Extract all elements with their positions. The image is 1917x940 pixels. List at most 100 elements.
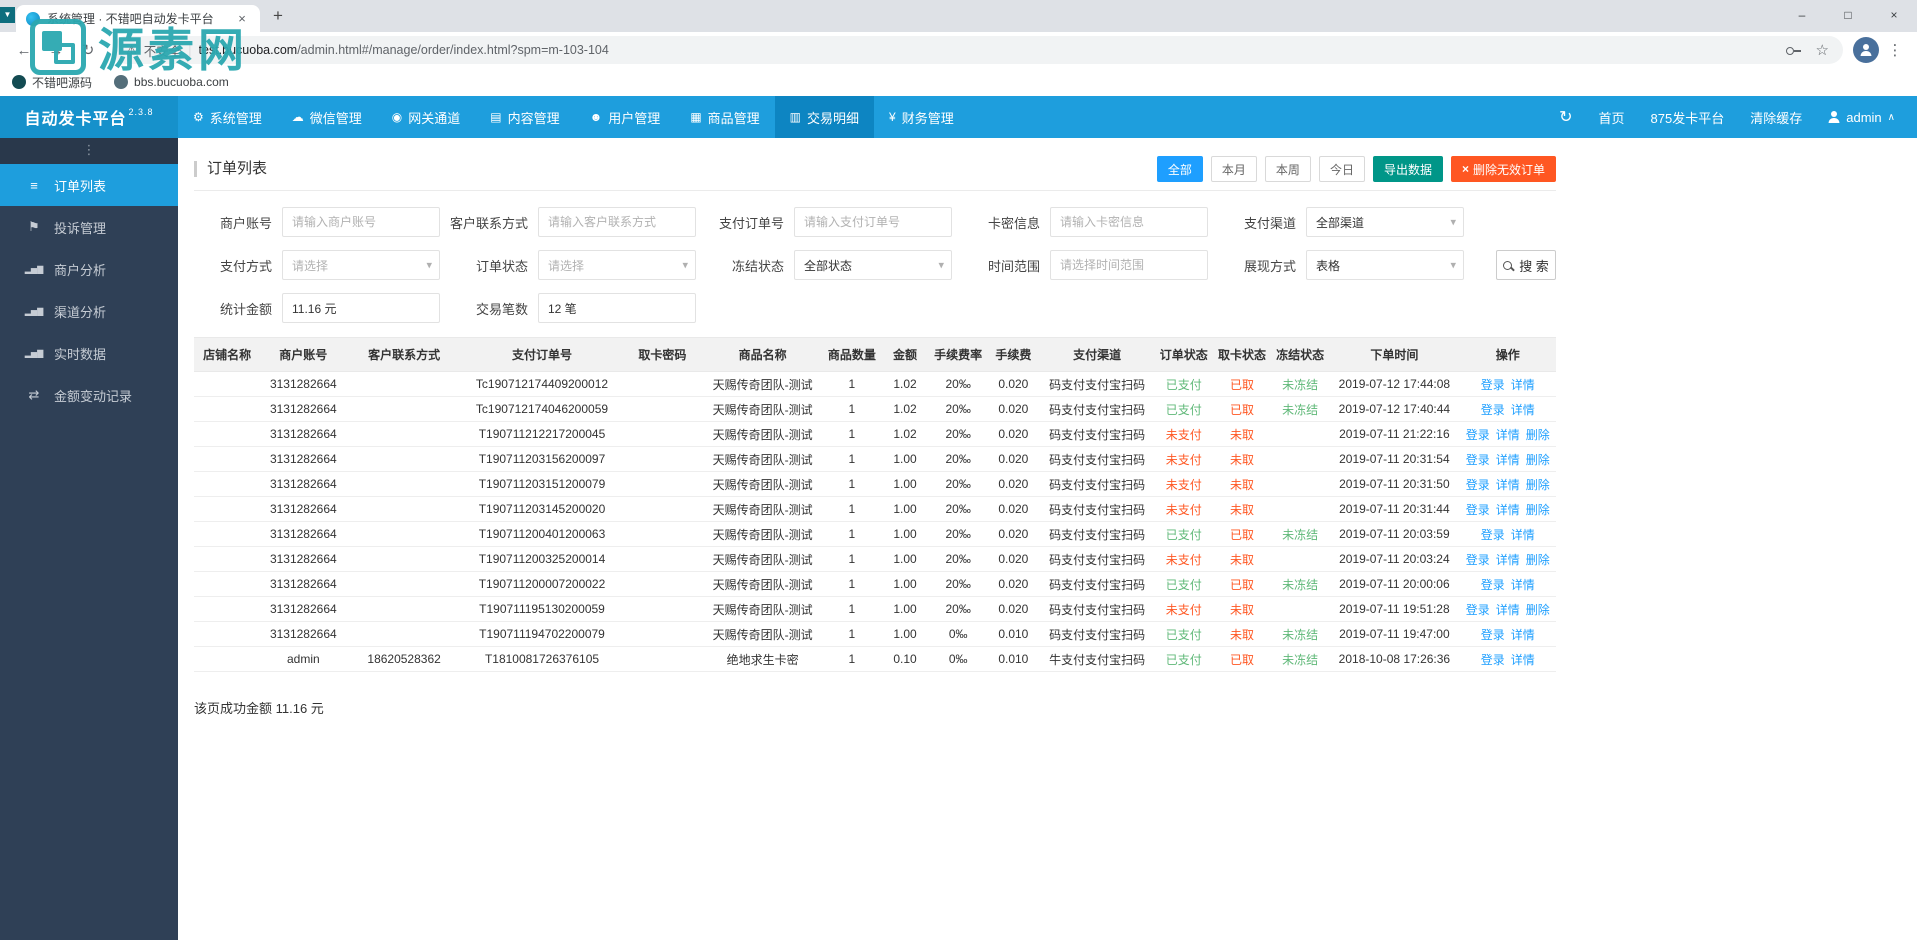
- sidebar-item-orders[interactable]: ≡ 订单列表: [0, 164, 178, 206]
- action-login[interactable]: 登录: [1481, 528, 1505, 542]
- tab-close-icon[interactable]: ×: [234, 11, 250, 27]
- action-detail[interactable]: 详情: [1496, 503, 1520, 517]
- action-detail[interactable]: 详情: [1511, 528, 1535, 542]
- header-link-0[interactable]: 首页: [1599, 108, 1625, 127]
- browser-menu-icon[interactable]: ⋮: [1883, 41, 1907, 59]
- action-login[interactable]: 登录: [1466, 428, 1490, 442]
- action-detail[interactable]: 详情: [1511, 378, 1535, 392]
- action-detail[interactable]: 详情: [1496, 603, 1520, 617]
- range-button-all[interactable]: 全部: [1156, 156, 1203, 182]
- header-link-1[interactable]: 875发卡平台: [1651, 108, 1725, 127]
- filter-input-customer-contact[interactable]: [538, 207, 696, 237]
- action-login[interactable]: 登录: [1481, 653, 1505, 667]
- filter-input-time-range[interactable]: [1050, 250, 1208, 280]
- app-logo[interactable]: 自动发卡平台 2.3.8: [0, 96, 178, 138]
- action-delete[interactable]: 删除: [1526, 478, 1550, 492]
- action-detail[interactable]: 详情: [1511, 578, 1535, 592]
- nav-item-system[interactable]: ⚙ 系统管理: [178, 96, 277, 138]
- range-button-this-month[interactable]: 本月: [1210, 156, 1257, 182]
- cell-card-pwd: [622, 546, 703, 572]
- nav-item-transactions[interactable]: ▥ 交易明细: [774, 96, 875, 138]
- status-badge: 未取: [1229, 552, 1254, 567]
- export-data-button[interactable]: 导出数据: [1372, 156, 1443, 182]
- filter-select-pay-method[interactable]: 请选择 ▾: [282, 250, 440, 280]
- action-login[interactable]: 登录: [1466, 478, 1490, 492]
- sidebar-collapse-button[interactable]: ⋮: [0, 138, 178, 164]
- action-login[interactable]: 登录: [1466, 503, 1490, 517]
- cell-take-status: 已取: [1212, 646, 1272, 672]
- filter-label: 商户账号: [219, 215, 272, 231]
- filter-input-pay-order-no[interactable]: [794, 207, 952, 237]
- content-icon: ▤: [490, 110, 502, 124]
- refresh-icon[interactable]: ↻: [1559, 107, 1572, 127]
- action-detail[interactable]: 详情: [1496, 553, 1520, 567]
- bookmark-item[interactable]: bbs.bucuoba.com: [114, 75, 229, 89]
- filter-select-freeze-status[interactable]: 全部状态 ▾: [794, 250, 952, 280]
- range-button-this-week[interactable]: 本周: [1264, 156, 1311, 182]
- filter-input-stat-amount[interactable]: [282, 293, 440, 323]
- cell-shop: [194, 621, 261, 647]
- action-delete[interactable]: 删除: [1526, 553, 1550, 567]
- action-login[interactable]: 登录: [1466, 453, 1490, 467]
- action-delete[interactable]: 删除: [1526, 603, 1550, 617]
- action-login[interactable]: 登录: [1481, 403, 1505, 417]
- action-detail[interactable]: 详情: [1496, 453, 1520, 467]
- action-detail[interactable]: 详情: [1496, 478, 1520, 492]
- action-login[interactable]: 登录: [1481, 578, 1505, 592]
- nav-item-content[interactable]: ▤ 内容管理: [475, 96, 574, 138]
- search-button[interactable]: 搜 索: [1496, 250, 1556, 280]
- column-header: 取卡状态: [1212, 337, 1272, 372]
- window-maximize-button[interactable]: □: [1825, 0, 1871, 32]
- action-delete[interactable]: 删除: [1526, 503, 1550, 517]
- browser-tab[interactable]: 系统管理 · 不错吧自动发卡平台 ×: [16, 5, 260, 32]
- bookmark-item[interactable]: 不错吧源码: [12, 74, 92, 91]
- action-detail[interactable]: 详情: [1511, 653, 1535, 667]
- back-button[interactable]: ←: [10, 42, 38, 59]
- filter-select-display-mode[interactable]: 表格 ▾: [1306, 250, 1464, 280]
- profile-avatar[interactable]: [1853, 37, 1879, 63]
- filter-select-order-status[interactable]: 请选择 ▾: [538, 250, 696, 280]
- action-detail[interactable]: 详情: [1511, 628, 1535, 642]
- reload-button[interactable]: ↻: [74, 41, 102, 59]
- nav-item-wechat[interactable]: ☁ 微信管理: [277, 96, 377, 138]
- filter-input-merchant-account[interactable]: [282, 207, 440, 237]
- action-login[interactable]: 登录: [1466, 553, 1490, 567]
- omnibox[interactable]: ⚠ 不安全 | test.bucuoba.com/admin.html#/man…: [112, 36, 1843, 64]
- sidebar-item-amount-change-log[interactable]: ⇄ 金额变动记录: [0, 374, 178, 416]
- delete-invalid-orders-button[interactable]: × 删除无效订单: [1450, 156, 1556, 182]
- cell-contact: [346, 596, 462, 622]
- bookmark-star-icon[interactable]: ☆: [1816, 41, 1829, 59]
- window-close-button[interactable]: ×: [1871, 0, 1917, 32]
- cell-product: 天赐传奇团队-测试: [702, 496, 823, 522]
- forward-button[interactable]: →: [42, 42, 70, 59]
- nav-item-finance[interactable]: ¥ 财务管理: [874, 96, 969, 138]
- action-login[interactable]: 登录: [1481, 628, 1505, 642]
- header-link-2[interactable]: 清除缓存: [1750, 108, 1802, 127]
- action-delete[interactable]: 删除: [1526, 428, 1550, 442]
- cell-pay-status: 未支付: [1154, 546, 1213, 572]
- action-login[interactable]: 登录: [1466, 603, 1490, 617]
- cell-shop: [194, 646, 261, 672]
- window-minimize-button[interactable]: –: [1779, 0, 1825, 32]
- filter-select-pay-channel[interactable]: 全部渠道 ▾: [1306, 207, 1464, 237]
- sidebar-item-realtime-data[interactable]: ▂▅▇ 实时数据: [0, 332, 178, 374]
- password-key-icon[interactable]: [1785, 42, 1802, 58]
- sidebar-item-channel-analysis[interactable]: ▂▅▇ 渠道分析: [0, 290, 178, 332]
- sidebar-item-merchant-analysis[interactable]: ▂▅▇ 商户分析: [0, 248, 178, 290]
- status-badge: 已支付: [1165, 402, 1202, 417]
- filter-input-trade-count[interactable]: [538, 293, 696, 323]
- action-delete[interactable]: 删除: [1526, 453, 1550, 467]
- cell-account: 3131282664: [260, 471, 347, 497]
- nav-item-goods[interactable]: ▦ 商品管理: [675, 96, 774, 138]
- range-button-today[interactable]: 今日: [1318, 156, 1365, 182]
- nav-item-gateway[interactable]: ◉ 网关通道: [377, 96, 476, 138]
- status-badge: 未取: [1229, 602, 1254, 617]
- nav-item-users[interactable]: ☻ 用户管理: [575, 96, 676, 138]
- user-menu[interactable]: admin ∧: [1828, 110, 1895, 125]
- filter-input-card-info[interactable]: [1050, 207, 1208, 237]
- sidebar-item-complaints[interactable]: ⚑ 投诉管理: [0, 206, 178, 248]
- action-detail[interactable]: 详情: [1496, 428, 1520, 442]
- new-tab-button[interactable]: +: [264, 3, 292, 31]
- action-detail[interactable]: 详情: [1511, 403, 1535, 417]
- action-login[interactable]: 登录: [1481, 378, 1505, 392]
